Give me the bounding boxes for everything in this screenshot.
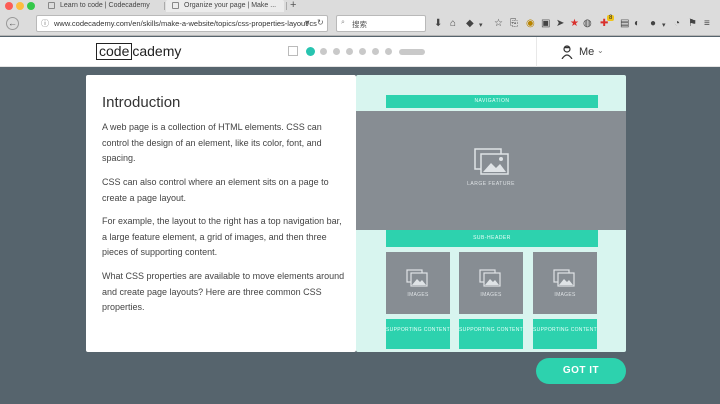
search-placeholder: 搜索 [352, 20, 367, 29]
tab-strip: Learn to code | Codecademy Organize your… [0, 0, 720, 12]
tab-title: Organize your page | Make ... [184, 2, 277, 9]
profile-icon[interactable]: ● [650, 18, 656, 29]
minimize-window-icon[interactable] [16, 2, 24, 10]
codecademy-logo[interactable]: code cademy [96, 43, 181, 61]
demo-navigation: NAVIGATION [386, 95, 598, 108]
notification-badge: 8 [607, 15, 615, 21]
lesson-title: Introduction [102, 94, 181, 111]
user-avatar-icon [561, 45, 573, 59]
url-text: www.codecademy.com/en/skills/make-a-webs… [54, 19, 317, 28]
demo-large-feature: LARGE FEATURE [356, 111, 626, 230]
search-bar[interactable]: ⌕ 搜索 [336, 15, 426, 32]
progress-step[interactable] [372, 48, 379, 55]
sync-icon[interactable]: ◔ [674, 18, 680, 29]
site-header: code cademy Me ⌄ [0, 37, 720, 67]
chevron-down-icon[interactable]: ▾ [479, 20, 483, 31]
progress-step[interactable] [346, 48, 353, 55]
user-label: Me [579, 46, 595, 58]
progress-step[interactable] [333, 48, 340, 55]
site-info-icon[interactable]: ⓘ [41, 18, 49, 29]
chevron-down-icon[interactable]: ▾ [662, 20, 666, 31]
got-it-button[interactable]: GOT IT [536, 358, 626, 384]
tab-divider [286, 2, 287, 10]
url-bar[interactable]: ⓘ www.codecademy.com/en/skills/make-a-we… [36, 15, 328, 32]
lesson-paragraph: What CSS properties are available to mov… [102, 271, 345, 312]
send-icon[interactable]: ➤ [556, 18, 564, 29]
demo-sub-header: SUB-HEADER [386, 230, 598, 247]
image-icon [474, 148, 509, 175]
demo-supporting-content: SUPPORTING CONTENT [459, 319, 523, 349]
star-icon[interactable]: ☆ [494, 18, 503, 29]
user-menu[interactable]: Me ⌄ [536, 37, 646, 67]
search-icon: ⌕ [341, 19, 345, 26]
bookmark-icon[interactable]: ◆ [466, 18, 474, 29]
logo-rest-text: cademy [132, 43, 182, 59]
feature-label: LARGE FEATURE [467, 181, 515, 187]
progress-step[interactable] [385, 48, 392, 55]
demo-image-tile: IMAGES [533, 252, 597, 314]
layout-demo-panel: NAVIGATION LARGE FEATURE SUB-HEADER IMAG… [356, 75, 626, 352]
clipboard-icon[interactable]: ⎘ [510, 18, 518, 29]
addon-icon[interactable]: ▣ [541, 18, 550, 29]
demo-supporting-content: SUPPORTING CONTENT [386, 319, 450, 349]
image-icon [406, 269, 428, 287]
menu-icon[interactable]: ≡ [704, 18, 710, 29]
logo-box-text: code [96, 43, 133, 60]
lesson-paragraph: A web page is a collection of HTML eleme… [102, 122, 322, 163]
reader-icon[interactable]: ▤ [620, 18, 629, 29]
back-button[interactable]: ← [6, 17, 19, 30]
extension-icon[interactable]: ◉ [526, 18, 535, 29]
browser-tab-2[interactable]: Organize your page | Make ... [166, 0, 284, 12]
demo-image-tile: IMAGES [459, 252, 523, 314]
tab-title: Learn to code | Codecademy [60, 2, 150, 9]
pocket-icon[interactable]: ⚑ [688, 18, 697, 29]
new-tab-button[interactable]: + [290, 0, 296, 11]
browser-toolbar: ← ⓘ www.codecademy.com/en/skills/make-a-… [0, 13, 720, 36]
chat-icon[interactable]: ◍ [583, 18, 592, 29]
demo-supporting-content: SUPPORTING CONTENT [533, 319, 597, 349]
page-icon [172, 2, 179, 9]
dropdown-icon[interactable]: ▾ [305, 18, 309, 27]
lesson-panel: Introduction A web page is a collection … [86, 75, 356, 352]
chevron-down-icon: ⌄ [597, 46, 604, 55]
home-icon[interactable]: ⌂ [450, 18, 456, 29]
image-tile-label: IMAGES [407, 292, 429, 298]
progress-step-final[interactable] [399, 49, 425, 55]
reload-icon[interactable]: ↻ [317, 18, 324, 27]
page-icon [48, 2, 55, 9]
progress-step-current[interactable] [306, 47, 315, 56]
download-icon[interactable]: ⬇ [434, 18, 442, 29]
lesson-paragraph: CSS can also control where an element si… [102, 177, 329, 203]
image-tile-label: IMAGES [480, 292, 502, 298]
shield-icon[interactable]: ◐ [634, 18, 640, 29]
zoom-window-icon[interactable] [27, 2, 35, 10]
tab-divider [164, 2, 165, 10]
star-extension-icon[interactable]: ★ [570, 18, 579, 29]
progress-step[interactable] [320, 48, 327, 55]
progress-step[interactable] [359, 48, 366, 55]
lesson-paragraph: For example, the layout to the right has… [102, 216, 342, 257]
progress-step-overview[interactable] [288, 46, 298, 56]
demo-image-tile: IMAGES [386, 252, 450, 314]
image-icon [553, 269, 575, 287]
close-window-icon[interactable] [5, 2, 13, 10]
image-tile-label: IMAGES [554, 292, 576, 298]
browser-tab-1[interactable]: Learn to code | Codecademy [42, 0, 162, 12]
image-icon [479, 269, 501, 287]
browser-chrome: Learn to code | Codecademy Organize your… [0, 0, 720, 36]
